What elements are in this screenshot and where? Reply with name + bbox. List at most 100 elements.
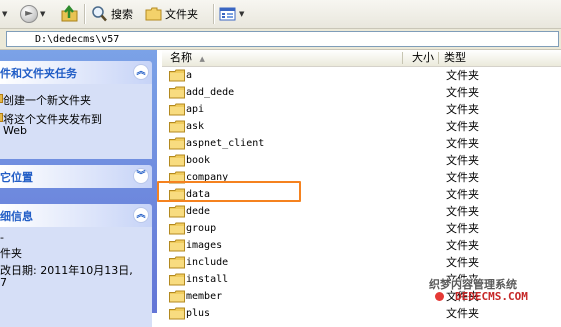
views-icon bbox=[219, 7, 236, 20]
file-name: add_dede bbox=[186, 87, 235, 98]
up-folder-icon bbox=[61, 4, 78, 21]
address-bar-row: D:\dedecms\v57 bbox=[0, 29, 561, 50]
file-row[interactable]: images 文件夹 bbox=[162, 237, 561, 254]
chevron-down-icon[interactable]: ▼ bbox=[2, 10, 7, 18]
panel-body: 创建一个新文件夹 将这个文件夹发布到 Web bbox=[0, 84, 152, 159]
search-icon bbox=[92, 5, 107, 21]
panel-header[interactable]: 细信息 ︽ bbox=[0, 204, 152, 227]
collapse-icon[interactable]: ︽ bbox=[133, 207, 149, 223]
expand-icon[interactable]: ︾ bbox=[133, 168, 149, 184]
detail-line: 7 bbox=[0, 276, 7, 289]
column-size-label: 大小 bbox=[412, 51, 434, 64]
toolbar-separator bbox=[84, 4, 86, 24]
folder-icon bbox=[169, 222, 185, 235]
file-name: book bbox=[186, 155, 211, 166]
folder-icon bbox=[145, 7, 162, 20]
folder-icon bbox=[169, 69, 185, 82]
details-panel: 细信息 ︽ - 件夹 改日期: 2011年10月13日, 7 bbox=[0, 204, 152, 327]
file-folder-tasks-panel: 件和文件夹任务 ︽ 创建一个新文件夹 将这个文件夹发布到 Web bbox=[0, 61, 152, 159]
folder-icon bbox=[169, 137, 185, 150]
task-publish-web-cont[interactable]: Web bbox=[0, 124, 152, 137]
folders-label: 文件夹 bbox=[165, 7, 198, 21]
task-publish-web[interactable]: 将这个文件夹发布到 bbox=[0, 111, 152, 126]
file-row[interactable]: a 文件夹 bbox=[162, 67, 561, 84]
file-type: 文件夹 bbox=[446, 137, 479, 150]
file-row[interactable]: add_dede 文件夹 bbox=[162, 84, 561, 101]
file-type: 文件夹 bbox=[446, 171, 479, 184]
column-header-name[interactable]: 名称 ▲ bbox=[170, 50, 400, 66]
file-row[interactable]: aspnet_client 文件夹 bbox=[162, 135, 561, 152]
chevron-down-icon[interactable]: ▼ bbox=[40, 10, 45, 18]
file-type: 文件夹 bbox=[446, 205, 479, 218]
forward-arrow-icon: ► bbox=[20, 4, 38, 23]
folder-icon bbox=[169, 273, 185, 286]
file-name: install bbox=[186, 274, 229, 285]
back-button[interactable]: ▼ bbox=[0, 3, 7, 24]
column-divider[interactable] bbox=[402, 52, 403, 64]
views-button[interactable]: ▼ bbox=[219, 3, 244, 24]
file-row[interactable]: group 文件夹 bbox=[162, 220, 561, 237]
up-folder-button[interactable] bbox=[60, 3, 80, 24]
file-name: group bbox=[186, 223, 217, 234]
file-type: 文件夹 bbox=[446, 188, 479, 201]
collapse-icon[interactable]: ︽ bbox=[133, 64, 149, 80]
file-name: plus bbox=[186, 308, 211, 319]
highlight-box bbox=[157, 181, 301, 202]
file-name: dede bbox=[186, 206, 211, 217]
watermark-line2: DEDECMS.COM bbox=[455, 290, 528, 303]
file-row[interactable]: dede 文件夹 bbox=[162, 203, 561, 220]
file-row[interactable]: api 文件夹 bbox=[162, 101, 561, 118]
column-type-label: 类型 bbox=[444, 51, 466, 64]
column-header-type[interactable]: 类型 bbox=[444, 50, 524, 66]
folder-icon bbox=[169, 154, 185, 167]
folder-icon bbox=[169, 256, 185, 269]
detail-line: 件夹 bbox=[0, 247, 22, 260]
forward-button[interactable]: ► ▼ bbox=[20, 3, 45, 24]
file-type: 文件夹 bbox=[446, 154, 479, 167]
panel-title: 细信息 bbox=[0, 210, 33, 223]
file-type: 文件夹 bbox=[446, 120, 479, 133]
detail-line: - bbox=[0, 231, 4, 244]
detail-line: 改日期: 2011年10月13日, bbox=[0, 264, 133, 277]
panel-header[interactable]: 件和文件夹任务 ︽ bbox=[0, 61, 152, 84]
panel-title: 它位置 bbox=[0, 171, 33, 184]
other-places-panel: 它位置 ︾ bbox=[0, 165, 152, 188]
file-name: a bbox=[186, 70, 193, 81]
file-type: 文件夹 bbox=[446, 103, 479, 116]
file-name: images bbox=[186, 240, 223, 251]
file-row[interactable]: include 文件夹 bbox=[162, 254, 561, 271]
file-row[interactable]: ask 文件夹 bbox=[162, 118, 561, 135]
task-new-folder[interactable]: 创建一个新文件夹 bbox=[0, 92, 152, 107]
file-name: api bbox=[186, 104, 205, 115]
file-name: aspnet_client bbox=[186, 138, 265, 149]
folder-icon bbox=[169, 307, 185, 320]
column-header-size[interactable]: 大小 bbox=[404, 50, 434, 66]
panel-header[interactable]: 它位置 ︾ bbox=[0, 165, 152, 188]
file-name: ask bbox=[186, 121, 205, 132]
task-label: 创建一个新文件夹 bbox=[3, 94, 91, 107]
task-label: Web bbox=[3, 124, 27, 137]
search-button[interactable]: 搜索 bbox=[90, 3, 133, 24]
folder-icon bbox=[169, 205, 185, 218]
watermark-logo-icon bbox=[435, 292, 444, 301]
folder-icon bbox=[169, 103, 185, 116]
toolbar-separator bbox=[213, 4, 215, 24]
task-pane: 件和文件夹任务 ︽ 创建一个新文件夹 将这个文件夹发布到 Web 它位置 ︾ 细… bbox=[0, 50, 157, 327]
search-label: 搜索 bbox=[111, 7, 133, 21]
folders-button[interactable]: 文件夹 bbox=[145, 3, 198, 24]
file-row[interactable]: book 文件夹 bbox=[162, 152, 561, 169]
panel-body: - 件夹 改日期: 2011年10月13日, 7 bbox=[0, 227, 152, 327]
watermark: 织梦内容管理系统 DEDECMS.COM bbox=[423, 275, 561, 313]
chevron-down-icon[interactable]: ▼ bbox=[239, 10, 244, 18]
address-field[interactable]: D:\dedecms\v57 bbox=[6, 31, 559, 47]
file-name: member bbox=[186, 291, 223, 302]
file-type: 文件夹 bbox=[446, 86, 479, 99]
address-path: D:\dedecms\v57 bbox=[35, 34, 120, 45]
sort-arrow-icon: ▲ bbox=[199, 55, 205, 63]
column-header-bar: 名称 ▲ 大小 类型 bbox=[162, 50, 561, 67]
file-name: include bbox=[186, 257, 229, 268]
file-type: 文件夹 bbox=[446, 239, 479, 252]
file-type: 文件夹 bbox=[446, 69, 479, 82]
column-name-label: 名称 bbox=[170, 51, 192, 64]
column-divider[interactable] bbox=[438, 52, 439, 64]
